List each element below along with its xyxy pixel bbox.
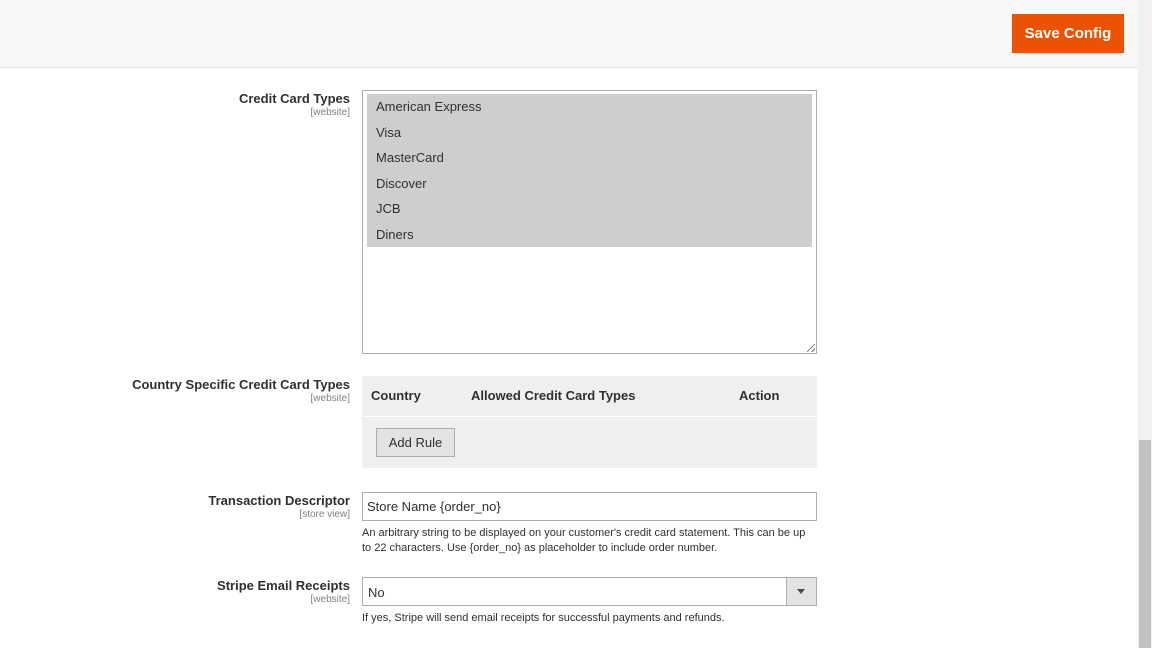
- credit-card-types-label-group: Credit Card Types [website]: [50, 91, 350, 119]
- column-country: Country: [371, 388, 421, 403]
- save-config-button[interactable]: Save Config: [1012, 14, 1124, 53]
- credit-card-types-multiselect[interactable]: American Express Visa MasterCard Discove…: [362, 90, 817, 354]
- vertical-scrollbar[interactable]: [1138, 0, 1152, 648]
- add-rule-button[interactable]: Add Rule: [376, 428, 455, 457]
- transaction-descriptor-input[interactable]: [362, 492, 817, 521]
- column-action: Action: [739, 388, 780, 403]
- cc-option-visa[interactable]: Visa: [367, 119, 812, 145]
- email-receipts-label-group: Stripe Email Receipts [website]: [50, 578, 350, 606]
- transaction-descriptor-scope: [store view]: [299, 509, 350, 520]
- transaction-descriptor-label: Transaction Descriptor: [208, 493, 350, 508]
- email-receipts-scope: [website]: [310, 594, 350, 605]
- email-receipts-note: If yes, Stripe will send email receipts …: [362, 612, 725, 624]
- column-allowed-types: Allowed Credit Card Types: [471, 388, 636, 403]
- cc-option-mastercard[interactable]: MasterCard: [367, 145, 812, 171]
- email-receipts-label: Stripe Email Receipts: [217, 578, 350, 593]
- config-page: Save Config Credit Card Types [website] …: [0, 0, 1138, 648]
- country-specific-scope: [website]: [310, 393, 350, 404]
- email-receipts-value: No: [368, 585, 385, 600]
- country-specific-label-group: Country Specific Credit Card Types [webs…: [50, 377, 350, 405]
- cc-option-american-express[interactable]: American Express: [367, 94, 812, 120]
- scrollbar-thumb[interactable]: [1139, 440, 1151, 648]
- rules-table-header: Country Allowed Credit Card Types Action: [362, 376, 817, 417]
- credit-card-types-scope: [website]: [310, 107, 350, 118]
- resize-grip-icon[interactable]: [807, 344, 815, 352]
- chevron-down-icon: [797, 589, 805, 594]
- credit-card-types-label: Credit Card Types: [238, 91, 350, 106]
- transaction-descriptor-label-group: Transaction Descriptor [store view]: [50, 493, 350, 521]
- select-arrow-button[interactable]: [786, 578, 816, 605]
- transaction-descriptor-note: An arbitrary string to be displayed on y…: [362, 527, 806, 554]
- cc-option-jcb[interactable]: JCB: [367, 196, 812, 222]
- page-actions-header: Save Config: [0, 0, 1138, 68]
- country-rules-table: Country Allowed Credit Card Types Action…: [362, 376, 817, 468]
- country-specific-label: Country Specific Credit Card Types: [132, 377, 350, 392]
- cc-option-discover[interactable]: Discover: [367, 170, 812, 196]
- email-receipts-select[interactable]: No: [362, 577, 817, 606]
- cc-option-diners[interactable]: Diners: [367, 221, 812, 247]
